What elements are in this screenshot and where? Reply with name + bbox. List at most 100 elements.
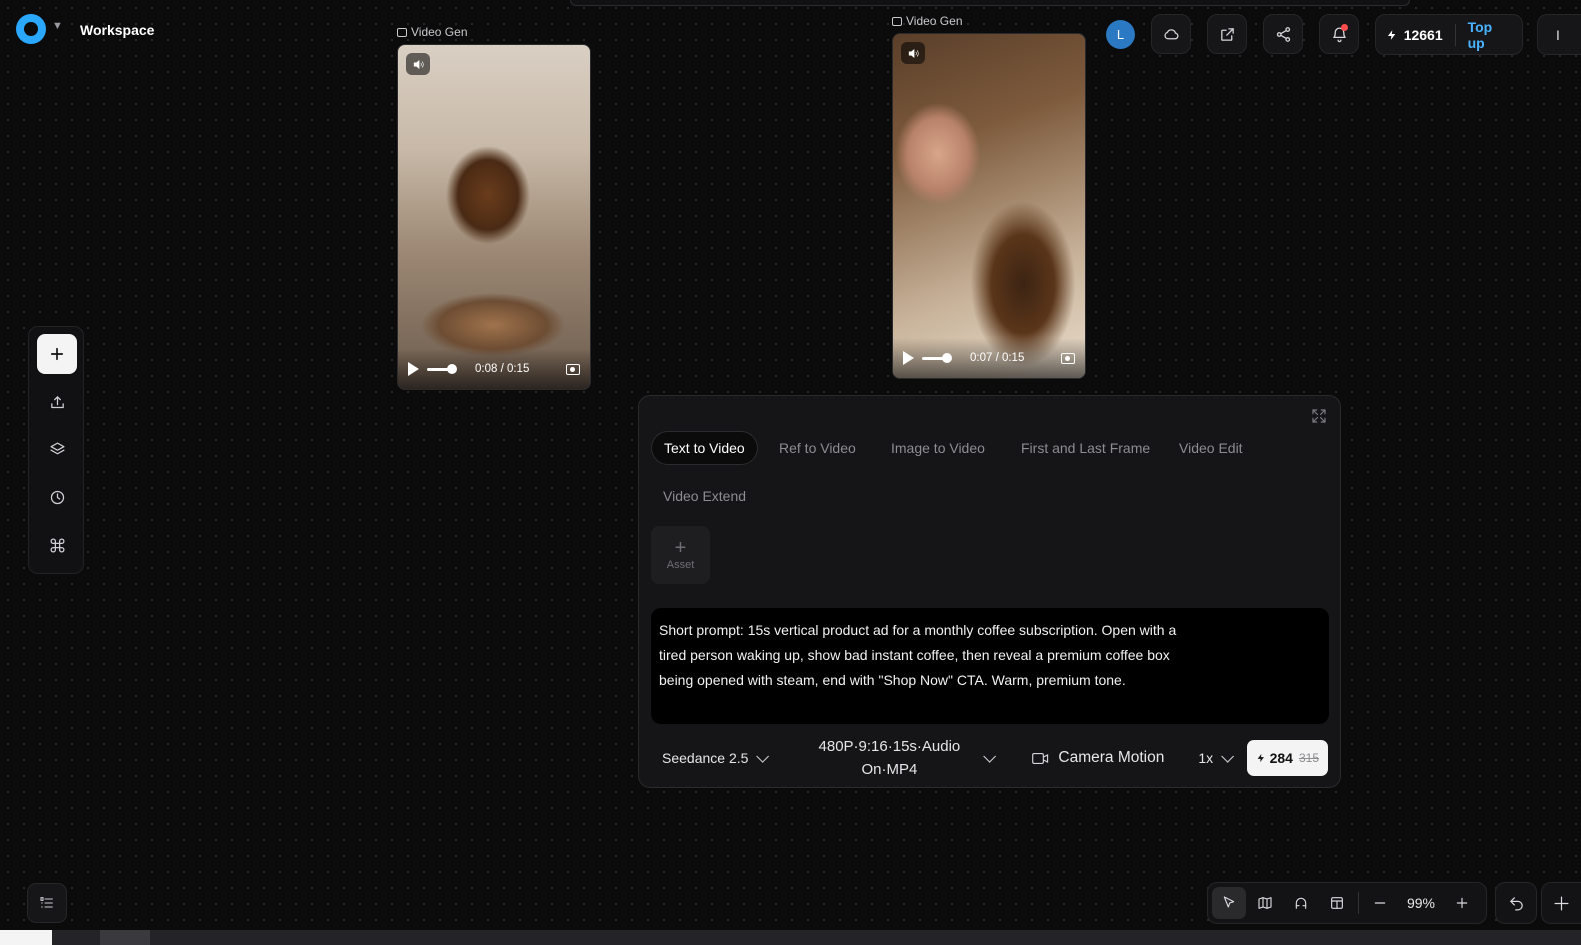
layout-icon	[1331, 897, 1343, 909]
model-label: Seedance 2.5	[662, 750, 749, 766]
play-icon[interactable]	[903, 351, 914, 365]
video-icon	[892, 16, 902, 26]
generate-button[interactable]: 284 315	[1246, 740, 1328, 776]
tab-text-to-video[interactable]: Text to Video	[651, 431, 758, 465]
tab-image-to-video[interactable]: Image to Video	[879, 431, 997, 465]
camera-motion-label: Camera Motion	[1058, 749, 1165, 766]
credits-widget[interactable]: 12661 Top up	[1375, 14, 1523, 55]
layers-list-button[interactable]	[27, 883, 67, 923]
plus-icon: +	[674, 537, 687, 559]
open-external-button[interactable]	[1207, 14, 1247, 54]
chevron-down-icon	[1221, 749, 1235, 763]
plus-icon	[50, 347, 64, 361]
magnet-icon	[1295, 897, 1307, 909]
zoom-level[interactable]: 99%	[1399, 895, 1443, 911]
generation-settings: Seedance 2.5 480P·9:16·15s·Audio On·MP4 …	[651, 736, 1328, 780]
canvas-toolbar: 99%	[1207, 882, 1487, 924]
map-icon	[1258, 897, 1272, 909]
snap-tool-button[interactable]	[1284, 887, 1318, 919]
settings-line-2: On·MP4	[861, 761, 918, 778]
zoom-out-icon	[1374, 902, 1386, 904]
speaker-icon[interactable]	[901, 42, 925, 64]
video-gen-title: Video Gen	[411, 25, 468, 39]
volume-slider[interactable]	[427, 363, 457, 374]
edge-menu-button[interactable]: I	[1537, 14, 1581, 55]
model-select[interactable]: Seedance 2.5	[662, 749, 770, 766]
camera-motion-button[interactable]: Camera Motion	[1032, 749, 1164, 767]
zoom-in-icon	[1456, 897, 1468, 909]
camera-icon	[1032, 752, 1049, 764]
taskbar-item[interactable]	[0, 930, 52, 945]
video-time: 0:07 / 0:15	[970, 352, 1025, 364]
top-up-button[interactable]: Top up	[1468, 19, 1512, 51]
video-gen-title: Video Gen	[906, 14, 963, 28]
output-settings-select[interactable]: 480P·9:16·15s·Audio On·MP4	[809, 735, 969, 781]
share-button[interactable]	[1263, 14, 1303, 54]
history-icon	[50, 490, 64, 504]
video-icon	[397, 27, 407, 37]
volume-slider[interactable]	[922, 352, 952, 363]
tab-video-extend[interactable]: Video Extend	[651, 479, 758, 513]
upload-icon	[50, 395, 64, 408]
multiplier-select[interactable]: 1x	[1198, 749, 1235, 766]
layout-tool-button[interactable]	[1320, 887, 1354, 919]
zoom-out-button[interactable]	[1363, 887, 1397, 919]
credits-count: 12661	[1403, 26, 1443, 43]
undo-button[interactable]	[1495, 882, 1537, 924]
video-time: 0:08 / 0:15	[475, 363, 530, 375]
shortcuts-button[interactable]	[37, 525, 77, 565]
divider	[1358, 892, 1359, 914]
ai-assist-button[interactable]	[1541, 882, 1581, 924]
taskbar-item[interactable]	[100, 930, 150, 945]
map-tool-button[interactable]	[1248, 887, 1282, 919]
expand-button[interactable]	[1310, 407, 1328, 425]
canvas-top-strip	[570, 0, 1410, 6]
cost-value: 284	[1269, 750, 1293, 766]
video-card-1[interactable]: 0:08 / 0:15	[397, 44, 591, 390]
layers-button[interactable]	[37, 429, 77, 469]
prompt-text: Short prompt: 15s vertical product ad fo…	[659, 622, 1177, 688]
notifications-button[interactable]	[1319, 14, 1359, 54]
expand-icon	[1312, 409, 1326, 423]
command-icon	[50, 538, 64, 552]
undo-icon	[1509, 896, 1523, 910]
cloud-button[interactable]	[1151, 14, 1191, 54]
add-asset-button[interactable]: + Asset	[651, 526, 710, 584]
upload-button[interactable]	[37, 382, 77, 422]
prompt-input[interactable]: Short prompt: 15s vertical product ad fo…	[651, 608, 1329, 724]
notification-badge	[1341, 24, 1348, 31]
snapshot-icon[interactable]	[1061, 352, 1075, 364]
app-logo-icon[interactable]	[16, 14, 46, 44]
chevron-down-icon[interactable]: ▼	[52, 20, 63, 32]
os-taskbar	[0, 930, 1581, 945]
video-controls: 0:07 / 0:15	[893, 338, 1085, 378]
pointer-tool-button[interactable]	[1212, 887, 1246, 919]
avatar[interactable]: L	[1106, 20, 1135, 49]
zoom-in-button[interactable]	[1445, 887, 1479, 919]
video-card-2[interactable]: 0:07 / 0:15	[892, 33, 1086, 379]
snapshot-icon[interactable]	[566, 363, 580, 375]
generation-panel: Text to Video Ref to Video Image to Vide…	[638, 395, 1341, 788]
divider	[1454, 23, 1456, 46]
sparkle-icon	[1554, 896, 1569, 910]
chevron-down-icon[interactable]	[983, 749, 997, 763]
share-icon	[1276, 26, 1290, 42]
lightning-icon	[1257, 753, 1264, 763]
layers-icon	[49, 441, 65, 454]
tab-video-edit[interactable]: Video Edit	[1167, 431, 1255, 465]
settings-line-1: 480P·9:16·15s·Audio	[818, 738, 961, 755]
external-link-icon	[1220, 27, 1234, 41]
left-toolbar	[28, 326, 84, 574]
cost-original: 315	[1298, 751, 1319, 765]
add-button[interactable]	[37, 334, 77, 374]
history-button[interactable]	[37, 477, 77, 517]
workspace-title[interactable]: Workspace	[80, 22, 154, 38]
tab-first-and-last-frame[interactable]: First and Last Frame	[1009, 431, 1162, 465]
play-icon[interactable]	[408, 362, 419, 376]
multiplier-label: 1x	[1198, 750, 1214, 766]
cloud-icon	[1163, 28, 1178, 39]
speaker-icon[interactable]	[406, 53, 430, 75]
list-icon	[40, 897, 53, 908]
tab-ref-to-video[interactable]: Ref to Video	[767, 431, 868, 465]
video-gen-label-1: Video Gen	[397, 25, 468, 39]
